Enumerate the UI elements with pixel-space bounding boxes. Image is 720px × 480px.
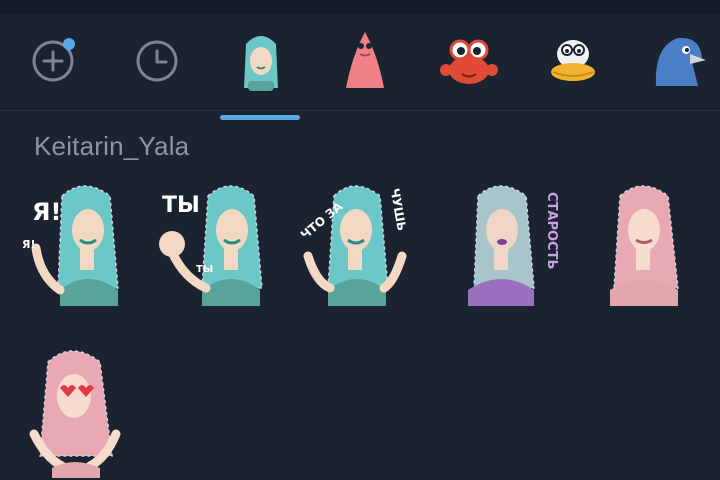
sticker-caption: Я! (32, 198, 61, 226)
sticker-4[interactable]: СТАРОСТЬ (450, 178, 562, 318)
blue-bird-icon (655, 37, 706, 86)
sticker-3[interactable]: ЧТО ЗА ЧУШЬ (296, 178, 408, 318)
tab-pink-cone[interactable] (316, 14, 412, 110)
tab-crab[interactable] (420, 14, 516, 110)
active-tab-indicator (220, 115, 300, 120)
tab-blue-bird[interactable] (628, 14, 720, 110)
top-strip (0, 0, 720, 14)
tab-keitarin-yala[interactable] (212, 14, 308, 110)
sticker-caption-2: Я! (22, 238, 36, 251)
sticker-caption-2: ЧУШЬ (388, 187, 408, 232)
duck-icon (551, 40, 595, 81)
tab-add-pack[interactable] (4, 14, 100, 110)
girl-sticker-icon (610, 185, 679, 306)
tabs-divider (0, 110, 720, 111)
crab-icon (440, 39, 498, 84)
sticker-caption: ТЫ (162, 193, 200, 218)
sticker-1[interactable]: Я! Я! (22, 178, 134, 318)
tab-recent[interactable] (108, 14, 204, 110)
sticker-pack-tabs (0, 14, 720, 120)
girl-sticker-icon: ТЫ ТЫ (159, 185, 263, 306)
plus-circle-icon (32, 38, 75, 82)
girl-sticker-icon (29, 350, 121, 478)
girl-sticker-icon: ЧТО ЗА ЧУШЬ (298, 185, 408, 306)
girl-sticker-icon: Я! Я! (22, 185, 119, 306)
sticker-caption: СТАРОСТЬ (544, 192, 559, 269)
sticker-2[interactable]: ТЫ ТЫ (156, 178, 268, 318)
sticker-5[interactable] (594, 178, 706, 318)
pack-title: Keitarin_Yala (34, 131, 190, 161)
tab-duck[interactable] (524, 14, 620, 110)
girl-sticker-icon: СТАРОСТЬ (468, 185, 559, 306)
clock-icon (136, 40, 178, 82)
sticker-6[interactable] (22, 338, 134, 478)
sticker-caption-2: ТЫ (196, 264, 213, 275)
girl-sticker-icon (244, 36, 278, 91)
pink-character-icon (346, 32, 384, 88)
